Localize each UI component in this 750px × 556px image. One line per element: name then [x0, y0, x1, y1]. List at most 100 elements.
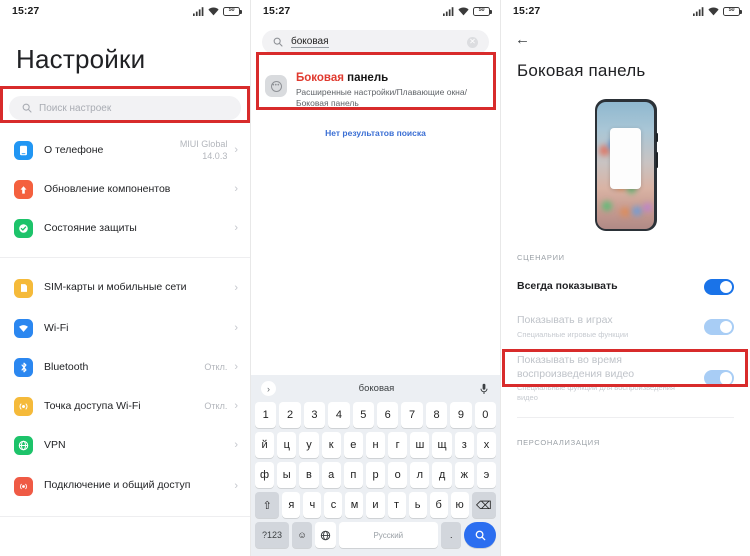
- keyboard-suggestion-word[interactable]: боковая: [282, 383, 471, 394]
- key-letter[interactable]: б: [429, 492, 448, 518]
- sidebar-item-label: О телефоне: [44, 143, 104, 156]
- key-letter[interactable]: о: [388, 462, 408, 488]
- status-time: 15:27: [12, 5, 40, 17]
- search-result-item[interactable]: ••• Боковая панель Расширенные настройки…: [259, 63, 492, 119]
- option-text: Всегда показывать: [517, 280, 704, 294]
- key-letter[interactable]: э: [476, 462, 497, 488]
- wallpaper-blob: [619, 206, 630, 217]
- toggle-show-during-video[interactable]: [704, 370, 734, 387]
- key-3[interactable]: 3: [303, 402, 326, 428]
- space-key[interactable]: Русский: [338, 522, 439, 548]
- microphone-icon[interactable]: [477, 383, 490, 395]
- key-6[interactable]: 6: [377, 402, 399, 428]
- phone-volume-button: [656, 151, 658, 168]
- status-icons: 50: [193, 6, 242, 16]
- emoji-icon[interactable]: ☺: [291, 522, 313, 548]
- key-2[interactable]: 2: [279, 402, 301, 428]
- sidebar-item-value: Откл.: [204, 361, 228, 372]
- search-enter-icon[interactable]: [464, 522, 497, 548]
- phone-preview-image: [501, 99, 750, 231]
- virtual-keyboard: › боковая 1 2 3 4 5 6 7 8 9 0 й ц у к е …: [251, 375, 500, 556]
- key-1[interactable]: 1: [254, 402, 277, 428]
- sidebar-item-connection-sharing[interactable]: Подключение и общий доступ ›: [0, 465, 250, 507]
- sidebar-item-bluetooth[interactable]: Bluetooth Откл. ›: [0, 348, 250, 387]
- sidebar-item-security-status[interactable]: Состояние защиты ›: [0, 209, 250, 248]
- sidebar-item-about-phone[interactable]: О телефоне MIUI Global 14.0.3 ›: [0, 131, 250, 170]
- search-result-breadcrumb: Расширенные настройки/Плавающие окна/ Бо…: [296, 87, 467, 109]
- wallpaper-blob: [601, 200, 612, 211]
- key-8[interactable]: 8: [425, 402, 448, 428]
- key-letter[interactable]: н: [365, 432, 386, 458]
- sidebar-item-wifi[interactable]: Wi-Fi ›: [0, 309, 250, 348]
- sidebar-item-vpn[interactable]: VPN ›: [0, 426, 250, 465]
- panel-settings: 15:27 50 Настройки Поиск настроек О теле…: [0, 0, 250, 556]
- key-letter[interactable]: г: [388, 432, 408, 458]
- key-letter[interactable]: ч: [303, 492, 322, 518]
- key-letter[interactable]: а: [321, 462, 341, 488]
- key-letter[interactable]: ы: [277, 462, 297, 488]
- chevron-right-icon[interactable]: ›: [261, 381, 276, 396]
- keyboard-row-bottom: ?123 ☺ Русский .: [253, 522, 498, 548]
- option-always-show[interactable]: Всегда показывать: [501, 270, 750, 304]
- search-result-title: Боковая панель: [296, 72, 467, 84]
- language-globe-icon[interactable]: [315, 522, 336, 548]
- key-letter[interactable]: ж: [454, 462, 474, 488]
- toggle-knob: [719, 320, 732, 334]
- option-show-in-games[interactable]: Показывать в играх Специальные игровые ф…: [501, 310, 750, 344]
- toggle-always-show[interactable]: [704, 279, 734, 295]
- key-letter[interactable]: д: [432, 462, 452, 488]
- option-title: Показывать в играх: [517, 314, 613, 327]
- backspace-icon[interactable]: ⌫: [471, 492, 496, 518]
- back-arrow-icon[interactable]: ←: [501, 22, 750, 47]
- key-letter[interactable]: я: [282, 492, 301, 518]
- key-letter[interactable]: в: [299, 462, 319, 488]
- key-4[interactable]: 4: [328, 402, 350, 428]
- key-letter[interactable]: ш: [410, 432, 430, 458]
- numeric-mode-key[interactable]: ?123: [255, 522, 289, 548]
- key-letter[interactable]: з: [454, 432, 474, 458]
- key-0[interactable]: 0: [474, 402, 497, 428]
- key-letter[interactable]: у: [299, 432, 319, 458]
- chevron-right-icon: ›: [234, 400, 238, 412]
- option-title: Показывать во время воспроизведения виде…: [517, 354, 635, 380]
- toggle-show-in-games[interactable]: [704, 319, 734, 335]
- search-query-input[interactable]: боковая ✕: [262, 30, 489, 54]
- key-letter[interactable]: п: [343, 462, 363, 488]
- panel-search: 15:27 50 боковая ✕ ••• Боковая панель Ра…: [250, 0, 500, 556]
- key-letter[interactable]: ь: [408, 492, 427, 518]
- key-letter[interactable]: е: [343, 432, 363, 458]
- key-7[interactable]: 7: [401, 402, 423, 428]
- shift-icon[interactable]: ⇧: [255, 492, 280, 518]
- key-letter[interactable]: м: [345, 492, 364, 518]
- key-letter[interactable]: й: [254, 432, 275, 458]
- key-letter[interactable]: х: [476, 432, 497, 458]
- key-letter[interactable]: к: [321, 432, 341, 458]
- key-letter[interactable]: л: [410, 462, 430, 488]
- key-letter[interactable]: ф: [254, 462, 275, 488]
- key-9[interactable]: 9: [450, 402, 472, 428]
- option-show-during-video[interactable]: Показывать во время воспроизведения виде…: [501, 354, 750, 403]
- no-results-label: Нет результатов поиска: [325, 127, 426, 138]
- sidebar-item-wifi-hotspot[interactable]: Точка доступа Wi-Fi Откл. ›: [0, 387, 250, 426]
- key-letter[interactable]: т: [387, 492, 406, 518]
- search-input[interactable]: Поиск настроек: [9, 96, 241, 120]
- floating-window-preview: [609, 128, 642, 190]
- chevron-right-icon: ›: [234, 322, 238, 334]
- sidebar-item-component-update[interactable]: Обновление компонентов ›: [0, 170, 250, 209]
- key-letter[interactable]: и: [366, 492, 385, 518]
- sidebar-item-sim-cards[interactable]: SIM-карты и мобильные сети ›: [0, 267, 250, 309]
- search-result-title-highlight: Боковая: [296, 72, 344, 84]
- period-key[interactable]: .: [441, 522, 462, 548]
- close-icon[interactable]: ✕: [467, 36, 478, 48]
- key-letter[interactable]: ю: [450, 492, 469, 518]
- key-letter[interactable]: щ: [432, 432, 452, 458]
- key-letter[interactable]: с: [324, 492, 343, 518]
- key-5[interactable]: 5: [352, 402, 374, 428]
- panel-side-panel-settings: 15:27 50 ← Боковая панель СЦЕНАРИИ Всегд…: [500, 0, 750, 556]
- page-title: Настройки: [16, 44, 146, 74]
- signal-icon: [193, 6, 204, 16]
- key-letter[interactable]: р: [365, 462, 386, 488]
- key-letter[interactable]: ц: [277, 432, 297, 458]
- phone-icon: [14, 141, 33, 160]
- list-group-separator: [0, 258, 250, 267]
